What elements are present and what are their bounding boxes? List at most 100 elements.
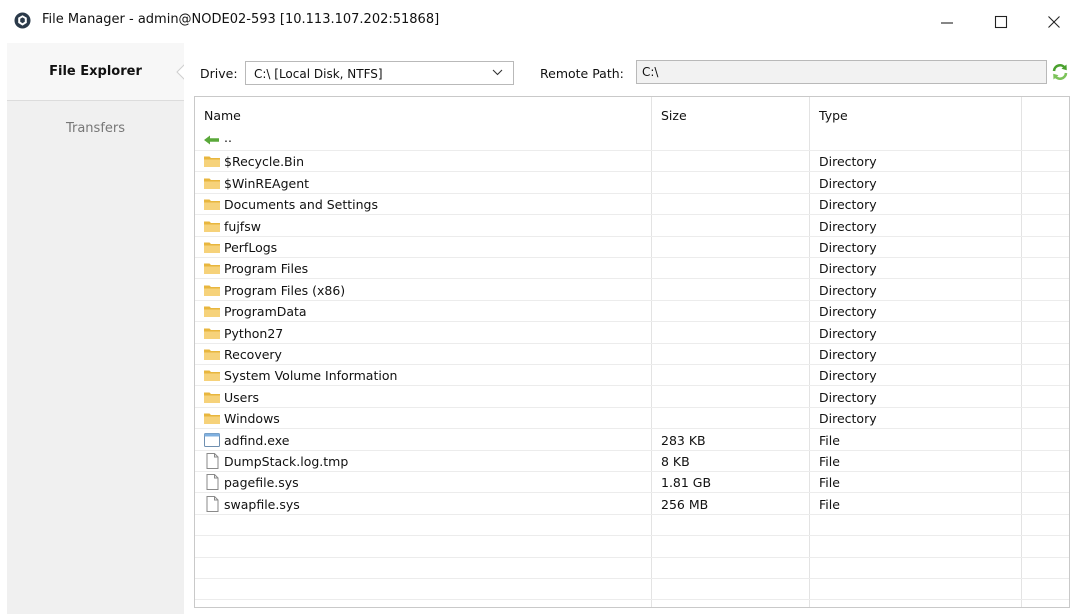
- file-name: Users: [224, 389, 260, 405]
- table-row[interactable]: Documents and Settings Directory: [195, 194, 1069, 216]
- file-name: Python27: [224, 325, 284, 341]
- file-type: Directory: [819, 389, 877, 405]
- folder-icon: [203, 218, 221, 234]
- file-icon: [203, 474, 221, 491]
- file-type: Directory: [819, 261, 877, 277]
- path-toolbar: Drive: C:\ [Local Disk, NTFS] Remote Pat…: [184, 43, 1075, 93]
- table-row[interactable]: PerfLogs Directory: [195, 237, 1069, 258]
- minimize-button[interactable]: [925, 4, 969, 40]
- column-header-type[interactable]: Type: [819, 108, 848, 123]
- up-arrow-icon: [203, 132, 221, 148]
- file-name: fujfsw: [224, 218, 261, 234]
- title-bar: File Manager - admin@NODE02-593 [10.113.…: [0, 0, 1075, 42]
- table-row[interactable]: Users Directory: [195, 387, 1069, 408]
- minimize-icon: [941, 22, 953, 24]
- refresh-button[interactable]: [1048, 60, 1072, 84]
- file-name: ..: [224, 130, 232, 145]
- close-button[interactable]: [1032, 4, 1075, 40]
- table-row[interactable]: $Recycle.Bin Directory: [195, 151, 1069, 173]
- empty-row: [195, 515, 1069, 537]
- table-row[interactable]: fujfsw Directory: [195, 216, 1069, 237]
- window-title: File Manager - admin@NODE02-593 [10.113.…: [42, 12, 440, 27]
- file-name: ProgramData: [224, 304, 307, 320]
- file-name: Recovery: [224, 347, 282, 362]
- table-row[interactable]: Program Files (x86) Directory: [195, 280, 1069, 301]
- folder-icon: [203, 367, 221, 383]
- file-name: adfind.exe: [224, 432, 290, 448]
- file-size: 256 MB: [661, 496, 709, 512]
- list-header: Name Size Type: [195, 97, 1069, 130]
- parent-directory-row[interactable]: ..: [195, 130, 1069, 151]
- file-type: File: [819, 454, 840, 469]
- refresh-icon: [1052, 64, 1068, 80]
- file-name: DumpStack.log.tmp: [224, 454, 349, 469]
- folder-icon: [203, 239, 221, 255]
- drive-select[interactable]: C:\ [Local Disk, NTFS]: [245, 61, 514, 85]
- empty-row: [195, 537, 1069, 558]
- file-name: Documents and Settings: [224, 197, 379, 213]
- table-row[interactable]: System Volume Information Directory: [195, 365, 1069, 387]
- file-type: Directory: [819, 154, 877, 170]
- sidebar-item-label: File Explorer: [49, 64, 142, 79]
- table-row[interactable]: pagefile.sys 1.81 GB File: [195, 472, 1069, 494]
- file-name: Windows: [224, 411, 280, 427]
- sidebar-item-label: Transfers: [65, 120, 126, 136]
- file-type: Directory: [819, 197, 877, 213]
- table-row[interactable]: Windows Directory: [195, 408, 1069, 430]
- file-manager-window: File Manager - admin@NODE02-593 [10.113.…: [0, 0, 1075, 614]
- file-type: Directory: [819, 175, 877, 191]
- file-type: File: [819, 432, 840, 448]
- maximize-button[interactable]: [979, 4, 1023, 40]
- file-name: System Volume Information: [224, 368, 398, 384]
- file-type: Directory: [819, 218, 877, 234]
- file-type: Directory: [819, 347, 877, 362]
- remote-path-input[interactable]: [636, 60, 1047, 84]
- drive-label: Drive:: [200, 66, 238, 81]
- app-logo-icon: [14, 12, 31, 29]
- exe-file-icon: [203, 432, 221, 448]
- folder-icon: [203, 282, 221, 298]
- file-name: $WinREAgent: [224, 175, 310, 191]
- folder-icon: [203, 389, 221, 405]
- empty-row: [195, 579, 1069, 601]
- folder-icon: [203, 410, 221, 426]
- file-type: Directory: [819, 325, 877, 341]
- folder-icon: [203, 260, 221, 276]
- file-type: Directory: [819, 411, 877, 427]
- table-row[interactable]: swapfile.sys 256 MB File: [195, 494, 1069, 515]
- drive-select-value: C:\ [Local Disk, NTFS]: [254, 67, 383, 81]
- file-name: swapfile.sys: [224, 496, 300, 512]
- column-header-name[interactable]: Name: [204, 108, 241, 123]
- table-row[interactable]: DumpStack.log.tmp 8 KB File: [195, 451, 1069, 472]
- sidebar-item-transfers[interactable]: Transfers: [7, 100, 184, 156]
- empty-row: [195, 558, 1069, 579]
- remote-path-label: Remote Path:: [540, 66, 624, 81]
- file-type: Directory: [819, 240, 877, 255]
- table-row[interactable]: ProgramData Directory: [195, 301, 1069, 323]
- file-size: 8 KB: [661, 454, 690, 469]
- folder-icon: [203, 325, 221, 341]
- file-type: Directory: [819, 282, 877, 298]
- table-row[interactable]: Recovery Directory: [195, 344, 1069, 365]
- sidebar-item-file-explorer[interactable]: File Explorer: [7, 43, 184, 101]
- folder-icon: [203, 196, 221, 212]
- file-type: Directory: [819, 368, 877, 384]
- file-name: PerfLogs: [224, 240, 278, 255]
- sidebar: File Explorer Transfers: [7, 43, 190, 614]
- file-name: Program Files (x86): [224, 282, 346, 298]
- file-size: 283 KB: [661, 432, 706, 448]
- table-row[interactable]: adfind.exe 283 KB File: [195, 430, 1069, 451]
- column-header-size[interactable]: Size: [661, 108, 687, 123]
- file-name: Program Files: [224, 261, 309, 277]
- table-row[interactable]: Python27 Directory: [195, 323, 1069, 344]
- close-icon: [1048, 16, 1060, 28]
- file-icon: [203, 453, 221, 469]
- file-icon: [203, 495, 221, 512]
- folder-icon: [203, 153, 221, 169]
- file-type: Directory: [819, 304, 877, 320]
- folder-icon: [203, 346, 221, 362]
- table-row[interactable]: Program Files Directory: [195, 258, 1069, 280]
- file-list: Name Size Type .. $Recycle.Bin Directory $W…: [194, 96, 1070, 608]
- table-row[interactable]: $WinREAgent Directory: [195, 173, 1069, 194]
- folder-icon: [203, 175, 221, 191]
